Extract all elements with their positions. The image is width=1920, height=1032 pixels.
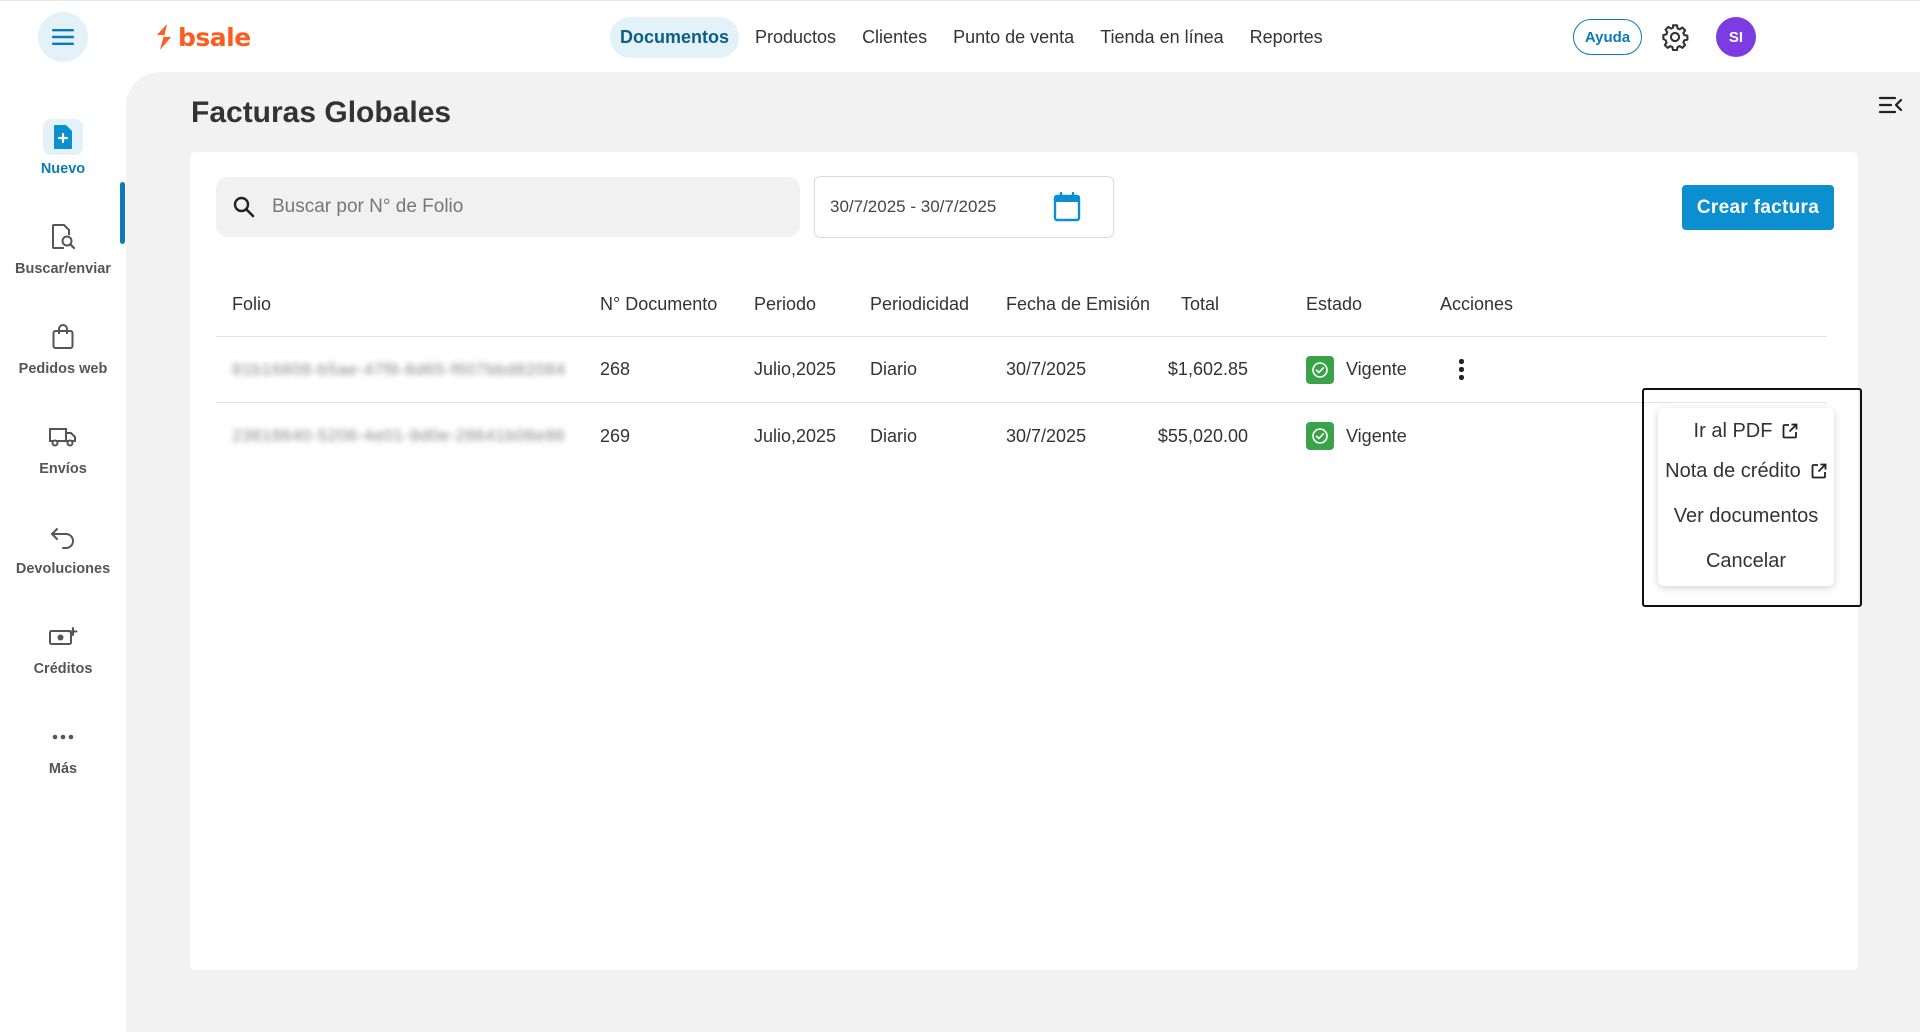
sidebar-item-buscar-enviar[interactable]: Buscar/enviar xyxy=(0,208,126,288)
check-circle-icon xyxy=(1306,422,1334,450)
search-document-icon xyxy=(43,219,83,255)
truck-icon xyxy=(43,419,83,455)
create-invoice-button[interactable]: Crear factura xyxy=(1682,185,1834,230)
bsale-logo-icon xyxy=(157,24,171,50)
nav-punto-de-venta[interactable]: Punto de venta xyxy=(943,17,1084,58)
nav-documentos[interactable]: Documentos xyxy=(610,16,740,58)
search-box[interactable] xyxy=(216,177,800,237)
col-acciones: Acciones xyxy=(1440,293,1514,314)
menu-label-ir-al-pdf: Ir al PDF xyxy=(1693,419,1773,442)
sidebar: Nuevo Buscar/enviar Pedidos web Envíos D… xyxy=(0,72,126,1032)
search-icon xyxy=(233,196,255,218)
periodo-cell: Julio,2025 xyxy=(754,425,837,446)
nav-tienda-en-linea[interactable]: Tienda en línea xyxy=(1090,17,1233,58)
gear-icon[interactable] xyxy=(1661,23,1689,51)
sidebar-item-envios[interactable]: Envíos xyxy=(0,408,126,488)
total-cell: $1,602.85 xyxy=(1167,359,1248,379)
hamburger-menu-button[interactable] xyxy=(38,12,88,62)
money-add-icon xyxy=(43,619,83,655)
nav-reportes[interactable]: Reportes xyxy=(1240,17,1333,58)
folio-search-input[interactable] xyxy=(272,196,772,218)
external-link-icon xyxy=(1783,423,1798,439)
col-fecha-emision: Fecha de Emisión xyxy=(1006,293,1151,314)
col-periodo: Periodo xyxy=(754,293,817,314)
sidebar-item-nuevo[interactable]: Nuevo xyxy=(0,108,126,188)
sidebar-label-buscar-enviar: Buscar/enviar xyxy=(15,261,111,277)
invoices-table: Folio N° Documento Periodo Periodicidad … xyxy=(216,272,1827,469)
col-estado: Estado xyxy=(1306,293,1363,314)
row-actions-menu: Ir al PDF Nota de crédito Ver documentos… xyxy=(1658,408,1834,586)
user-avatar[interactable]: SI xyxy=(1716,17,1756,57)
status-text: Vigente xyxy=(1346,359,1407,379)
main-nav: Documentos Productos Clientes Punto de v… xyxy=(610,16,1333,58)
top-bar: bsale Documentos Productos Clientes Punt… xyxy=(0,0,1920,72)
shopping-bag-icon xyxy=(43,319,83,355)
sidebar-label-devoluciones: Devoluciones xyxy=(15,561,111,577)
more-horizontal-icon xyxy=(43,719,83,755)
row-actions-button[interactable] xyxy=(1459,337,1464,402)
date-range-value: 30/7/2025 - 30/7/2025 xyxy=(830,197,997,216)
sidebar-label-envios: Envíos xyxy=(39,461,87,477)
fecha-cell: 30/7/2025 xyxy=(1006,359,1087,379)
sidebar-label-mas: Más xyxy=(48,761,78,777)
col-folio: Folio xyxy=(232,293,272,314)
main-content: Facturas Globales 30/7/2025 - 30/7/2025 … xyxy=(126,72,1920,1032)
documento-cell: 269 xyxy=(600,425,631,446)
check-circle-icon xyxy=(1306,355,1334,384)
menu-label-nota-de-credito: Nota de crédito xyxy=(1665,459,1801,482)
external-link-icon xyxy=(1811,463,1827,479)
calendar-icon[interactable] xyxy=(1053,192,1081,222)
table-row: 23818640-5206-4e01-9d0e-28641b08e86 269 … xyxy=(216,403,1827,469)
table-header-row: Folio N° Documento Periodo Periodicidad … xyxy=(216,272,1827,337)
col-periodicidad: Periodicidad xyxy=(870,293,970,314)
periodicidad-cell: Diario xyxy=(870,425,918,446)
folio-cell[interactable]: 81b16808-b5ae-47f8-8d65-f607bbd82084 xyxy=(232,337,566,402)
collapse-panel-icon[interactable] xyxy=(1878,94,1904,116)
sidebar-label-pedidos-web: Pedidos web xyxy=(18,361,108,377)
date-range-picker[interactable]: 30/7/2025 - 30/7/2025 xyxy=(814,176,1114,238)
menu-item-nota-de-credito[interactable]: Nota de crédito xyxy=(1658,452,1834,490)
total-cell: $55,020.00 xyxy=(1157,425,1248,446)
status-badge: Vigente xyxy=(1306,403,1407,469)
invoices-card: 30/7/2025 - 30/7/2025 Crear factura Foli… xyxy=(190,152,1858,970)
documento-cell: 268 xyxy=(600,359,631,379)
sidebar-label-creditos: Créditos xyxy=(33,661,93,677)
menu-item-ver-documentos[interactable]: Ver documentos xyxy=(1658,497,1834,535)
page-title: Facturas Globales xyxy=(191,96,452,129)
menu-item-ir-al-pdf[interactable]: Ir al PDF xyxy=(1658,412,1834,450)
nav-clientes[interactable]: Clientes xyxy=(852,17,937,58)
status-badge: Vigente xyxy=(1306,337,1407,402)
sidebar-item-mas[interactable]: Más xyxy=(0,708,126,788)
new-document-icon xyxy=(43,119,83,155)
bsale-logo[interactable]: bsale xyxy=(154,21,251,53)
col-total: Total xyxy=(1181,293,1220,314)
brand-name: bsale xyxy=(178,22,251,52)
periodo-cell: Julio,2025 xyxy=(754,359,837,379)
help-button[interactable]: Ayuda xyxy=(1573,19,1642,55)
kebab-menu-icon[interactable] xyxy=(1459,359,1464,380)
hamburger-icon xyxy=(52,29,74,45)
sidebar-item-pedidos-web[interactable]: Pedidos web xyxy=(0,308,126,388)
menu-item-cancelar[interactable]: Cancelar xyxy=(1658,542,1834,580)
fecha-cell: 30/7/2025 xyxy=(1006,425,1087,446)
status-text: Vigente xyxy=(1346,425,1407,446)
table-row: 81b16808-b5ae-47f8-8d65-f607bbd82084 268… xyxy=(216,337,1827,403)
sidebar-label-nuevo: Nuevo xyxy=(40,161,86,177)
return-arrow-icon xyxy=(43,519,83,555)
folio-cell[interactable]: 23818640-5206-4e01-9d0e-28641b08e86 xyxy=(232,403,565,469)
sidebar-item-creditos[interactable]: Créditos xyxy=(0,608,126,688)
periodicidad-cell: Diario xyxy=(870,359,918,379)
sidebar-item-devoluciones[interactable]: Devoluciones xyxy=(0,508,126,588)
col-documento: N° Documento xyxy=(600,293,718,314)
nav-productos[interactable]: Productos xyxy=(745,17,846,58)
